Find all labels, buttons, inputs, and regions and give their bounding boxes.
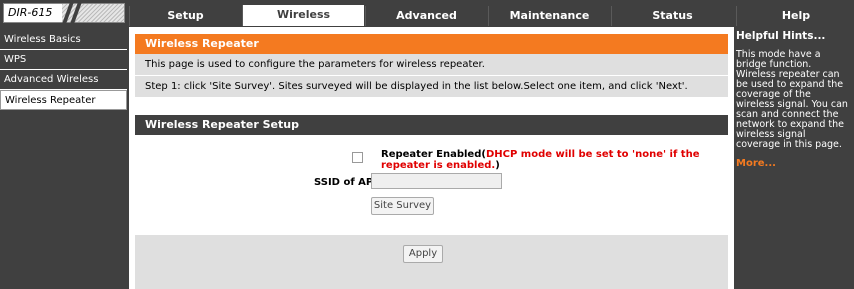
logo: DIR-615 [3,3,125,23]
tab-maintenance[interactable]: Maintenance [488,6,610,26]
tab-setup[interactable]: Setup [129,6,241,26]
intro-text: This page is used to configure the param… [135,54,728,76]
setup-area: Repeater Enabled(DHCP mode will be set t… [135,135,728,235]
repeater-enabled-label: Repeater Enabled(DHCP mode will be set t… [381,149,711,171]
repeater-close: ) [495,160,500,171]
ssid-label: SSID of AP [314,177,374,188]
main-content: Wireless Repeater This page is used to c… [129,27,734,289]
setup-panel: Wireless Repeater Setup [135,115,728,135]
hints-body: This mode have a bridge function. Wirele… [736,49,848,150]
tab-help[interactable]: Help [736,6,854,26]
site-survey-button[interactable]: Site Survey [371,197,434,215]
hints-title: Helpful Hints... [736,30,826,42]
sidebar-item-wps[interactable]: WPS [0,50,127,70]
setup-title: Wireless Repeater Setup [135,115,728,135]
sidebar-item-wireless-basics[interactable]: Wireless Basics [0,30,127,50]
model-name: DIR-615 [8,6,53,19]
apply-area: Apply [135,235,728,289]
helpful-hints: Helpful Hints... This mode have a bridge… [736,30,852,169]
top-bar: DIR-615 Setup Wireless Advanced Maintena… [0,0,854,26]
sidebar: Wireless Basics WPS Advanced Wireless Wi… [0,30,127,110]
sidebar-item-advanced-wireless[interactable]: Advanced Wireless [0,70,127,90]
tab-status[interactable]: Status [611,6,733,26]
step-text: Step 1: click 'Site Survey'. Sites surve… [135,76,728,98]
wireless-repeater-panel: Wireless Repeater This page is used to c… [135,34,728,98]
apply-button[interactable]: Apply [403,245,443,263]
tab-wireless[interactable]: Wireless [242,5,364,26]
section-title: Wireless Repeater [135,34,728,54]
ssid-input[interactable] [371,173,502,189]
tab-advanced[interactable]: Advanced [365,6,487,26]
hints-more-link[interactable]: More... [736,158,852,169]
sidebar-item-wireless-repeater[interactable]: Wireless Repeater [0,90,127,110]
repeater-enabled-checkbox[interactable] [352,152,363,163]
repeater-enabled-text: Repeater Enabled( [381,149,486,160]
